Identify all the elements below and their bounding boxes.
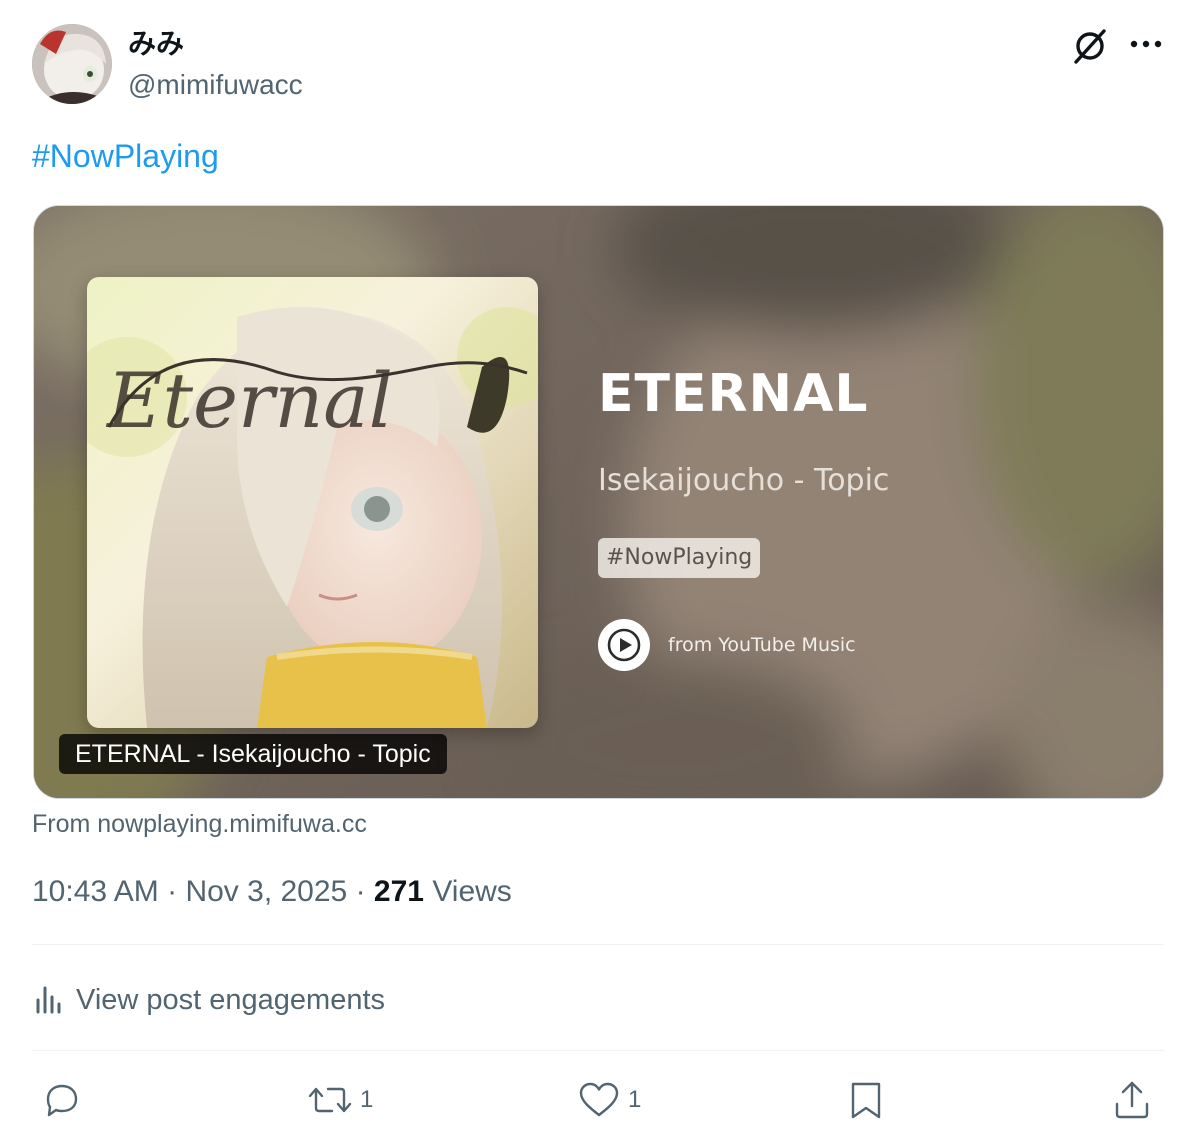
post-date[interactable]: Nov 3, 2025 <box>185 875 347 908</box>
divider <box>32 944 1164 945</box>
divider <box>32 1050 1164 1051</box>
reply-icon <box>46 1084 78 1117</box>
card-source: from YouTube Music <box>598 618 856 672</box>
action-bar: 1 1 <box>0 1074 1196 1126</box>
svg-text:Eternal: Eternal <box>105 356 393 445</box>
card-domain-link[interactable]: From nowplaying.mimifuwa.cc <box>32 808 367 840</box>
share-button[interactable] <box>1110 1074 1154 1126</box>
like-count: 1 <box>628 1086 642 1113</box>
card-artist: Isekaijoucho - Topic <box>598 463 890 498</box>
views-count: 271 <box>373 875 424 908</box>
view-engagements-button[interactable]: View post engagements <box>32 978 385 1022</box>
card-caption: ETERNAL - Isekaijoucho - Topic <box>59 734 447 774</box>
album-cover-art: Eternal <box>87 277 538 728</box>
more-icon <box>1130 40 1162 48</box>
repost-count: 1 <box>360 1086 374 1113</box>
card-hashtag-badge: #NowPlaying <box>598 538 761 578</box>
post-hashtag-link[interactable]: #NowPlaying <box>32 136 219 176</box>
reply-button[interactable] <box>40 1074 90 1126</box>
link-preview-card[interactable]: Eternal ETERNAL Isekaijoucho - Topic #No… <box>33 205 1164 799</box>
like-button[interactable]: 1 <box>576 1074 641 1126</box>
post-detail: みみ @mimifuwacc #NowPlaying Eternal ETERN… <box>0 0 1196 1144</box>
grok-icon <box>1074 29 1106 64</box>
grok-button[interactable] <box>1068 24 1112 68</box>
user-handle[interactable]: @mimifuwacc <box>128 68 303 102</box>
share-icon <box>1115 1081 1149 1119</box>
meta-separator: · <box>355 875 366 908</box>
display-name[interactable]: みみ <box>128 28 184 60</box>
play-icon <box>598 619 650 671</box>
analytics-icon <box>36 986 61 1014</box>
repost-button[interactable]: 1 <box>306 1074 373 1126</box>
post-meta: 10:43 AM · Nov 3, 2025 · 271 Views <box>32 872 512 912</box>
post-time[interactable]: 10:43 AM <box>32 875 159 908</box>
views-label: Views <box>432 875 512 908</box>
bookmark-button[interactable] <box>844 1074 888 1126</box>
avatar[interactable] <box>32 24 112 104</box>
card-title: ETERNAL <box>598 364 869 424</box>
bookmark-icon <box>851 1082 881 1119</box>
avatar-image <box>32 24 112 104</box>
repost-icon <box>308 1087 352 1113</box>
heart-icon <box>579 1082 619 1117</box>
more-options-button[interactable] <box>1124 24 1168 64</box>
meta-separator: · <box>167 875 178 908</box>
view-engagements-label: View post engagements <box>76 983 386 1016</box>
source-label: from YouTube Music <box>668 634 856 656</box>
